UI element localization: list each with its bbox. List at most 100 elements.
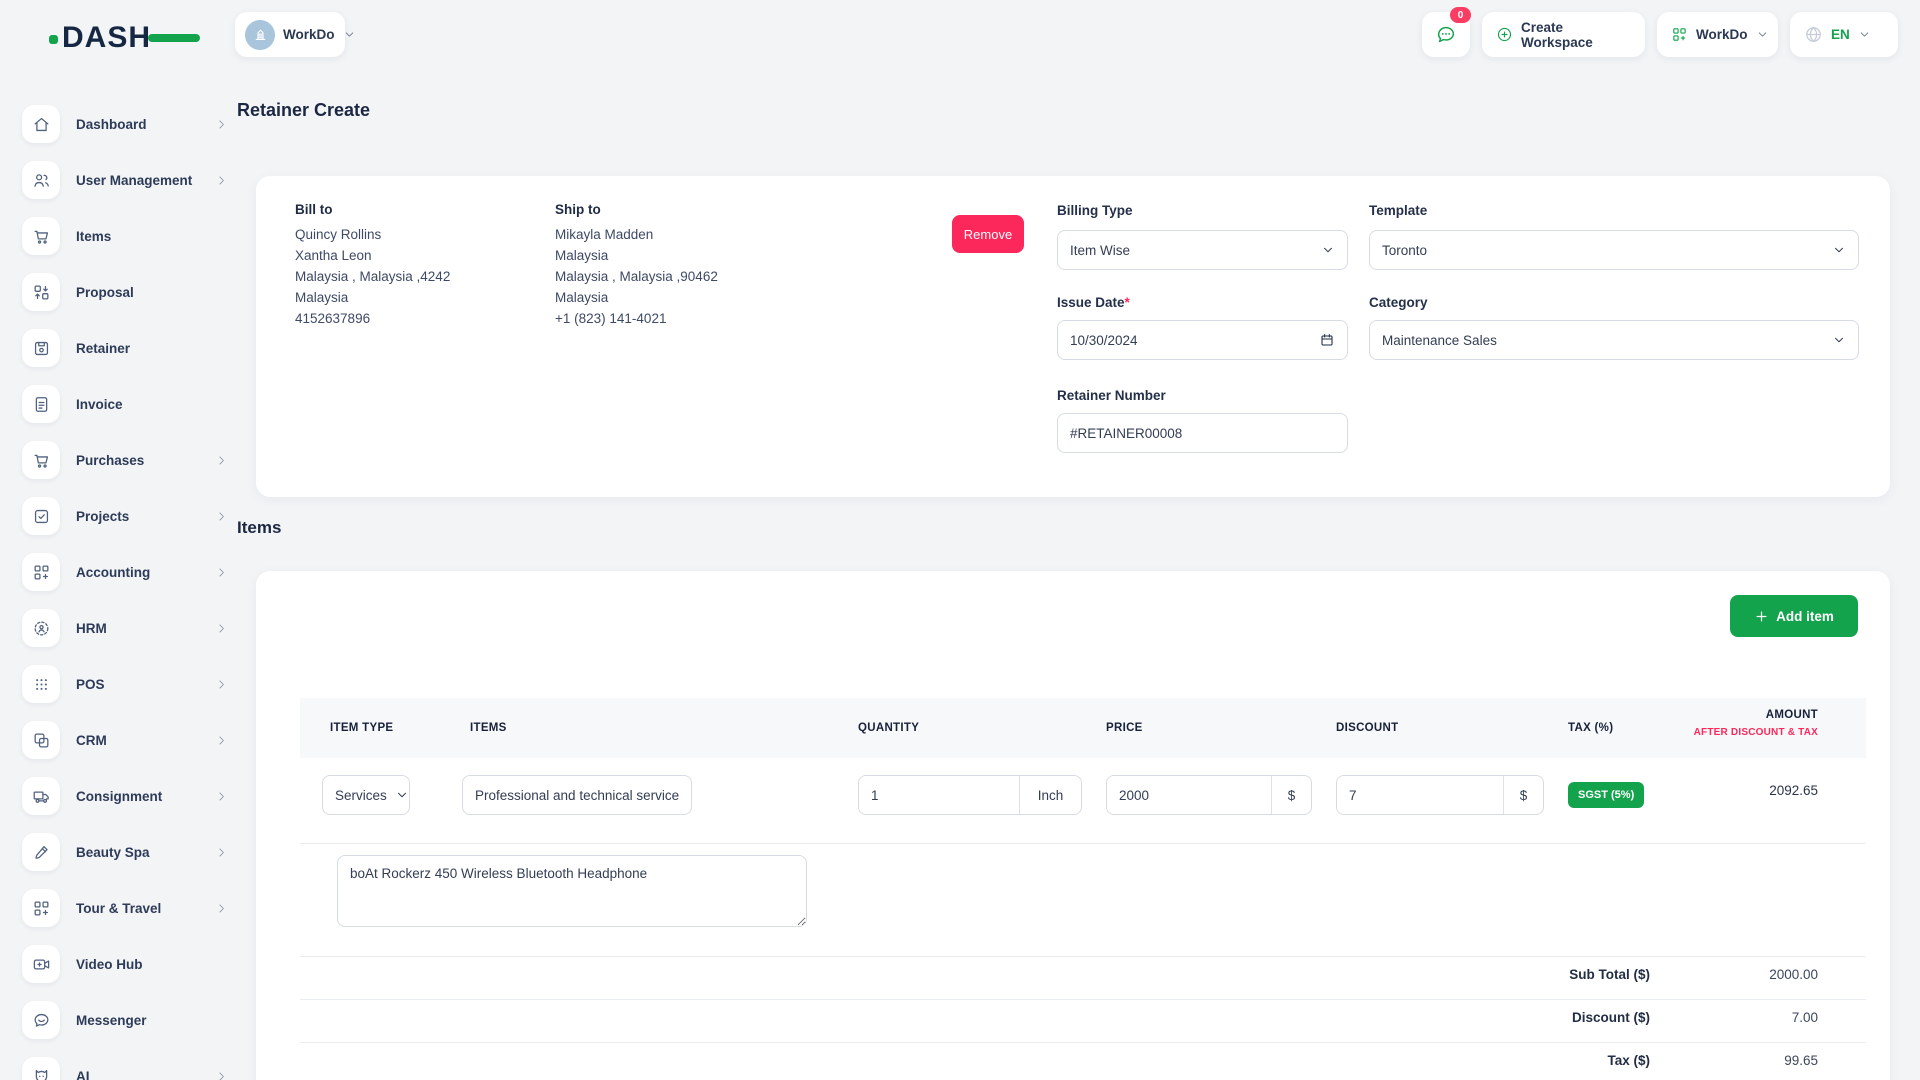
item-description-textarea[interactable]: boAt Rockerz 450 Wireless Bluetooth Head… xyxy=(337,855,807,927)
sidebar-item-items[interactable]: Items xyxy=(22,217,228,255)
items-section-heading: Items xyxy=(237,518,281,538)
column-header-price: PRICE xyxy=(1106,722,1143,734)
address-line: Quincy Rollins xyxy=(295,224,450,245)
chevron-down-icon xyxy=(395,788,409,802)
column-header-items: ITEMS xyxy=(470,722,507,734)
address-line: +1 (823) 141-4021 xyxy=(555,308,718,329)
chevron-right-icon xyxy=(215,118,228,131)
items-card: Add item ITEM TYPE ITEMS QUANTITY PRICE … xyxy=(256,571,1890,1080)
chevron-right-icon xyxy=(215,678,228,691)
subtotal-label: Sub Total ($) xyxy=(1569,967,1650,982)
sidebar-item-projects[interactable]: Projects xyxy=(22,497,228,535)
language-code: EN xyxy=(1831,27,1850,42)
column-header-quantity: QUANTITY xyxy=(858,722,919,734)
sidebar-item-ai[interactable]: AI xyxy=(22,1057,228,1080)
sidebar-item-messenger[interactable]: Messenger xyxy=(22,1001,228,1039)
issue-date-label: Issue Date* xyxy=(1057,295,1130,310)
sidebar-item-purchases[interactable]: Purchases xyxy=(22,441,228,479)
language-selector[interactable]: EN xyxy=(1790,12,1898,57)
sidebar-item-invoice[interactable]: Invoice xyxy=(22,385,228,423)
grid-plus-icon xyxy=(1671,26,1688,43)
tax-badge: SGST (5%) xyxy=(1568,782,1644,808)
notification-badge: 0 xyxy=(1450,7,1471,23)
item-type-select[interactable]: Services xyxy=(322,775,410,815)
calendar-icon[interactable] xyxy=(1319,332,1335,348)
price-unit: $ xyxy=(1271,776,1311,814)
sidebar-item-proposal[interactable]: Proposal xyxy=(22,273,228,311)
plus-circle-icon xyxy=(1496,26,1513,43)
column-header-tax: TAX (%) xyxy=(1568,722,1613,734)
sidebar-item-video-hub[interactable]: Video Hub xyxy=(22,945,228,983)
users-icon xyxy=(22,161,60,199)
workspace-menu-button[interactable]: WorkDo xyxy=(1657,12,1778,57)
workspace-menu-label: WorkDo xyxy=(1696,27,1748,42)
sidebar-item-retainer[interactable]: Retainer xyxy=(22,329,228,367)
quantity-input[interactable] xyxy=(859,776,1019,814)
billing-type-select[interactable]: Item Wise xyxy=(1057,230,1348,270)
template-select[interactable]: Toronto xyxy=(1369,230,1859,270)
retainer-number-input[interactable] xyxy=(1057,413,1348,453)
ship-to-address: Mikayla Madden Malaysia Malaysia , Malay… xyxy=(555,224,718,329)
create-workspace-label: Create Workspace xyxy=(1521,20,1631,50)
sidebar-item-dashboard[interactable]: Dashboard xyxy=(22,105,228,143)
item-name-input[interactable] xyxy=(462,775,692,815)
chevron-right-icon xyxy=(215,846,228,859)
plus-icon xyxy=(1754,609,1769,624)
sidebar-item-hrm[interactable]: HRM xyxy=(22,609,228,647)
circle-dashed-user-icon xyxy=(22,609,60,647)
cart-icon xyxy=(22,441,60,479)
billing-type-value: Item Wise xyxy=(1070,243,1130,258)
address-line: 4152637896 xyxy=(295,308,450,329)
quantity-group: Inch xyxy=(858,775,1082,815)
category-value: Maintenance Sales xyxy=(1382,333,1497,348)
page-title: Retainer Create xyxy=(237,100,370,121)
save-icon xyxy=(22,329,60,367)
sidebar-item-beauty-spa[interactable]: Beauty Spa xyxy=(22,833,228,871)
template-label: Template xyxy=(1369,203,1427,218)
chevron-right-icon xyxy=(215,1070,228,1080)
amount-value: 2092.65 xyxy=(1769,783,1818,798)
category-select[interactable]: Maintenance Sales xyxy=(1369,320,1859,360)
discount-input[interactable] xyxy=(1337,776,1503,814)
column-header-amount-subtext: AFTER DISCOUNT & TAX xyxy=(1694,727,1818,738)
create-workspace-button[interactable]: Create Workspace xyxy=(1482,12,1645,57)
price-group: $ xyxy=(1106,775,1312,815)
discount-total-label: Discount ($) xyxy=(1572,1010,1650,1025)
chevron-right-icon xyxy=(215,622,228,635)
sidebar-item-tour-travel[interactable]: Tour & Travel xyxy=(22,889,228,927)
sidebar-item-crm[interactable]: CRM xyxy=(22,721,228,759)
sidebar-item-accounting[interactable]: Accounting xyxy=(22,553,228,591)
price-input[interactable] xyxy=(1107,776,1271,814)
address-line: Malaysia , Malaysia ,90462 xyxy=(555,266,718,287)
tax-total-value: 99.65 xyxy=(1784,1053,1818,1068)
address-line: Mikayla Madden xyxy=(555,224,718,245)
bill-to-address: Quincy Rollins Xantha Leon Malaysia , Ma… xyxy=(295,224,450,329)
sidebar-item-consignment[interactable]: Consignment xyxy=(22,777,228,815)
chevron-down-icon xyxy=(1321,243,1335,257)
column-header-discount: DISCOUNT xyxy=(1336,722,1398,734)
sidebar-item-user-management[interactable]: User Management xyxy=(22,161,228,199)
address-line: Malaysia xyxy=(555,245,718,266)
logo[interactable]: DASH xyxy=(62,20,212,56)
subtotal-value: 2000.00 xyxy=(1769,967,1818,982)
issue-date-value: 10/30/2024 xyxy=(1070,333,1138,348)
building-icon xyxy=(252,26,269,43)
discount-group: $ xyxy=(1336,775,1544,815)
logo-text: DASH xyxy=(62,21,151,54)
billing-details-card: Bill to Quincy Rollins Xantha Leon Malay… xyxy=(256,176,1890,497)
issue-date-input[interactable]: 10/30/2024 xyxy=(1057,320,1348,360)
chevron-right-icon xyxy=(215,174,228,187)
video-camera-icon xyxy=(22,945,60,983)
remove-button[interactable]: Remove xyxy=(952,215,1024,253)
add-item-button[interactable]: Add item xyxy=(1730,595,1858,637)
address-line: Malaysia , Malaysia ,4242 xyxy=(295,266,450,287)
check-square-icon xyxy=(22,497,60,535)
chevron-down-icon xyxy=(1832,333,1846,347)
cart-icon xyxy=(22,217,60,255)
totals-divider xyxy=(300,1042,1866,1043)
items-table-header xyxy=(300,698,1866,758)
sidebar-item-pos[interactable]: POS xyxy=(22,665,228,703)
chevron-right-icon xyxy=(215,902,228,915)
workspace-switcher[interactable]: WorkDo xyxy=(235,12,345,57)
grid-plus-icon xyxy=(22,889,60,927)
